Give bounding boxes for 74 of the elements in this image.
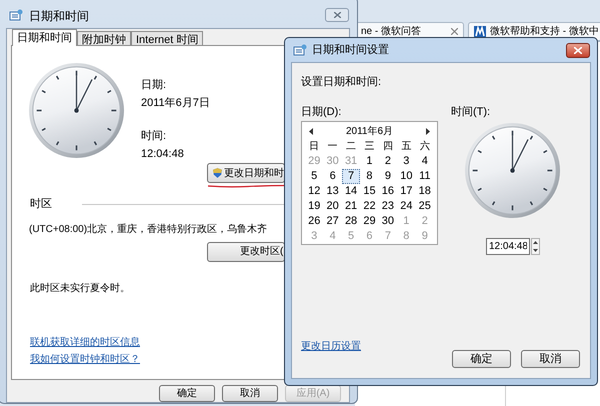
up-arrow-icon <box>533 241 538 244</box>
calendar-day[interactable]: 11 <box>416 169 434 184</box>
down-arrow-icon <box>533 248 538 252</box>
site-logo-icon <box>474 26 486 38</box>
dialog-button[interactable]: 取消 <box>222 385 278 402</box>
calendar-day[interactable]: 4 <box>416 154 434 169</box>
calendar-day[interactable]: 23 <box>378 199 398 214</box>
dialog-button[interactable]: 确定 <box>452 350 511 368</box>
date-label: 日期: <box>141 78 168 92</box>
tab-title: 微软帮助和支持 - 微软中 <box>490 24 599 39</box>
calendar-day[interactable]: 25 <box>416 199 434 214</box>
calendar-day[interactable]: 8 <box>360 169 379 184</box>
calendar-day[interactable]: 1 <box>360 154 379 169</box>
calendar-day[interactable]: 12 <box>305 184 324 199</box>
calendar-day[interactable]: 16 <box>378 184 398 199</box>
calendar-day[interactable]: 30 <box>378 214 398 229</box>
weekday-label: 三 <box>363 140 376 154</box>
help-link[interactable]: 联机获取详细的时区信息 <box>30 336 140 350</box>
next-month-icon[interactable] <box>426 128 430 134</box>
close-icon <box>574 46 582 54</box>
calendar-day[interactable]: 14 <box>342 184 360 199</box>
date-label: 日期(D): <box>301 105 342 119</box>
calendar-day[interactable]: 21 <box>342 199 360 214</box>
help-link[interactable]: 我如何设置时钟和时区？ <box>30 353 140 367</box>
weekday-label: 六 <box>418 140 431 154</box>
calendar-day[interactable]: 17 <box>397 184 416 199</box>
tab-title: ne - 微软问答 <box>361 25 422 39</box>
calendar-day[interactable]: 27 <box>323 214 342 229</box>
calendar-day[interactable]: 3 <box>397 154 416 169</box>
weekday-label: 一 <box>326 140 339 154</box>
tab[interactable]: Internet 时间 <box>131 31 204 46</box>
calendar-day[interactable]: 2 <box>378 154 398 169</box>
calendar-day[interactable]: 28 <box>342 214 360 229</box>
close-icon <box>334 12 340 18</box>
weekday-label: 四 <box>382 140 394 154</box>
calendar-day[interactable]: 20 <box>323 199 342 214</box>
calendar-day[interactable]: 13 <box>323 184 342 199</box>
tab[interactable]: 附加时钟 <box>77 31 131 46</box>
calendar-day[interactable]: 22 <box>360 199 379 214</box>
close-icon[interactable] <box>451 28 458 35</box>
weekday-label: 二 <box>345 140 358 154</box>
weekday-label: 日 <box>308 140 320 154</box>
time-value: 12:04:48 <box>141 147 185 161</box>
calendar-day[interactable]: 29 <box>360 214 379 229</box>
weekday-label: 五 <box>400 140 412 154</box>
calendar-day[interactable]: 5 <box>305 169 324 184</box>
close-button[interactable] <box>566 42 590 58</box>
change-date-time-button[interactable]: 更改日期和时 <box>207 163 285 183</box>
change-timezone-button[interactable]: 更改时区( <box>207 242 285 262</box>
calendar-day[interactable]: 6 <box>323 169 342 184</box>
dialog-title: 日期和时间设置 <box>312 42 389 58</box>
calendar-month[interactable]: 2011年6月 <box>346 124 394 138</box>
dialog-button[interactable]: 取消 <box>521 350 580 368</box>
section-heading: 时区 <box>30 197 52 212</box>
calendar-day[interactable]: 10 <box>397 169 416 184</box>
tab[interactable]: 日期和时间 <box>12 29 77 46</box>
calendar-day[interactable]: 26 <box>305 214 324 229</box>
calendar-day[interactable]: 7 <box>342 169 360 184</box>
dialog-button[interactable]: 确定 <box>159 385 215 402</box>
calendar-day[interactable]: 24 <box>397 199 416 214</box>
dst-note: 此时区未实行夏令时。 <box>30 282 130 296</box>
time-spinner[interactable] <box>531 238 540 255</box>
calendar-day[interactable]: 15 <box>360 184 379 199</box>
date-value: 2011年6月7日 <box>141 96 210 110</box>
time-label: 时间: <box>141 129 168 143</box>
calendar-day[interactable]: 9 <box>378 169 398 184</box>
timezone-text: (UTC+08:00)北京，重庆，香港特别行政区，乌鲁木齐 <box>29 222 268 236</box>
calendar-day[interactable]: 19 <box>305 199 324 214</box>
instruction-text: 设置日期和时间: <box>301 75 382 89</box>
calendar-day[interactable]: 18 <box>416 184 434 199</box>
window-title: 日期和时间 <box>29 9 89 23</box>
time-label: 时间(T): <box>451 105 492 119</box>
shield-icon <box>213 167 222 179</box>
previous-month-icon[interactable] <box>309 128 313 134</box>
